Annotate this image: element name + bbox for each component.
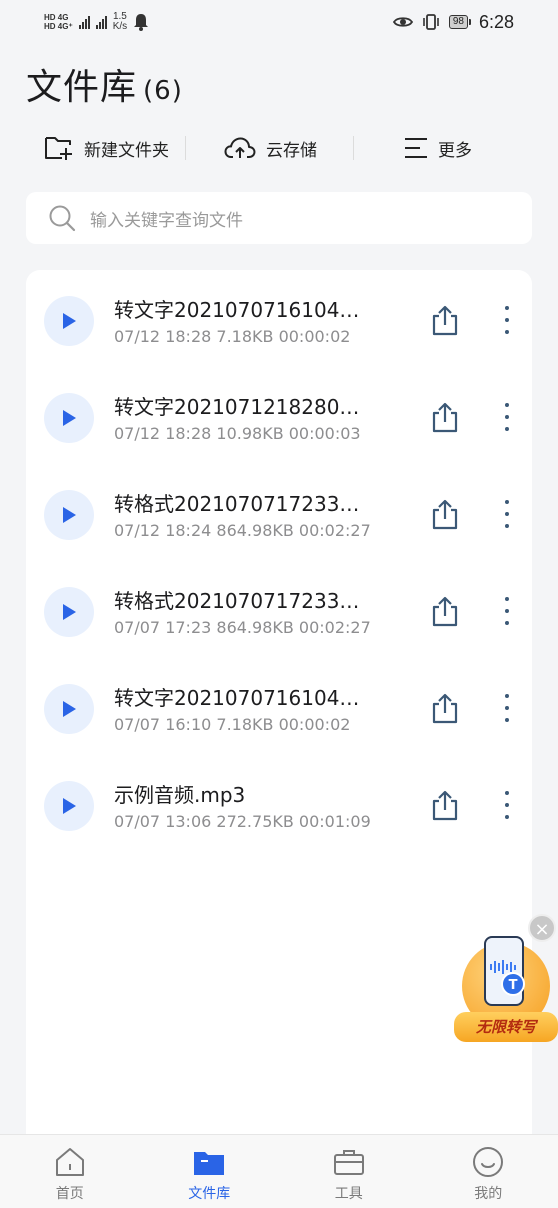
play-icon <box>63 313 76 329</box>
cloud-upload-icon <box>224 137 256 158</box>
tab-file-library[interactable]: 文件库 <box>140 1135 280 1208</box>
file-meta: 07/12 18:28 7.18KB 00:00:02 <box>114 327 351 346</box>
search-icon <box>49 205 76 232</box>
toolbox-icon <box>332 1145 366 1179</box>
folder-icon <box>192 1145 226 1179</box>
network-type-indicator: HD 4G HD 4G⁺ <box>44 13 73 31</box>
promo-label: 无限转写 <box>454 1012 558 1042</box>
more-options-icon[interactable] <box>496 692 518 724</box>
more-label: 更多 <box>438 140 472 161</box>
share-icon[interactable] <box>430 498 460 530</box>
more-button[interactable]: 更多 <box>404 136 472 161</box>
file-row[interactable]: 示例音频.mp3 07/07 13:06 272.75KB 00:01:09 <box>26 755 532 852</box>
file-count: (6) <box>143 76 183 106</box>
more-options-icon[interactable] <box>496 304 518 336</box>
play-icon <box>63 410 76 426</box>
menu-lines-icon <box>405 138 427 158</box>
play-icon <box>63 798 76 814</box>
share-icon[interactable] <box>430 595 460 627</box>
network-speed: 1.5 K/s <box>112 11 128 32</box>
play-button[interactable] <box>44 684 94 734</box>
status-left: HD 4G HD 4G⁺ 1.5 K/s <box>44 12 149 32</box>
cloud-storage-label: 云存储 <box>266 140 317 161</box>
clock: 6:28 <box>478 11 514 32</box>
file-meta: 07/12 18:28 10.98KB 00:00:03 <box>114 424 361 443</box>
profile-icon <box>471 1145 505 1179</box>
tab-profile-label: 我的 <box>474 1186 503 1202</box>
new-folder-button[interactable]: 新建文件夹 <box>44 135 169 161</box>
more-options-icon[interactable] <box>496 789 518 821</box>
transcribe-badge-icon: T <box>501 972 525 996</box>
cloud-storage-button[interactable]: 云存储 <box>224 136 317 161</box>
play-button[interactable] <box>44 587 94 637</box>
bottom-tab-bar: 首页 文件库 工具 我的 <box>0 1134 558 1208</box>
play-button[interactable] <box>44 490 94 540</box>
status-right: 98 6:28 <box>392 11 514 33</box>
tab-home[interactable]: 首页 <box>0 1135 140 1208</box>
file-name: 转文字2021071218280… <box>114 395 360 419</box>
search-input[interactable]: 输入关键字查询文件 <box>26 192 532 244</box>
file-row[interactable]: 转文字2021070716104… 07/07 16:10 7.18KB 00:… <box>26 658 532 755</box>
file-meta: 07/12 18:24 864.98KB 00:02:27 <box>114 521 371 540</box>
toolbar-divider <box>353 136 354 160</box>
notification-bell-icon <box>134 14 149 31</box>
play-icon <box>63 604 76 620</box>
phone-illustration-icon <box>484 936 524 1006</box>
signal-strength-icon <box>78 15 90 29</box>
file-row[interactable]: 转文字2021070716104… 07/12 18:28 7.18KB 00:… <box>26 270 532 367</box>
file-row[interactable]: 转格式2021070717233… 07/12 18:24 864.98KB 0… <box>26 464 532 561</box>
tab-home-label: 首页 <box>55 1186 84 1202</box>
play-icon <box>63 701 76 717</box>
play-button[interactable] <box>44 296 94 346</box>
file-name: 转文字2021070716104… <box>114 298 360 322</box>
share-icon[interactable] <box>430 692 460 724</box>
file-name: 转格式2021070717233… <box>114 492 360 516</box>
file-meta: 07/07 16:10 7.18KB 00:00:02 <box>114 715 351 734</box>
toolbar-divider <box>185 136 186 160</box>
file-name: 转格式2021070717233… <box>114 589 360 613</box>
vibrate-icon <box>423 14 439 30</box>
home-icon <box>53 1145 87 1179</box>
more-options-icon[interactable] <box>496 401 518 433</box>
tab-file-library-label: 文件库 <box>188 1186 231 1202</box>
close-icon[interactable]: × <box>528 914 556 942</box>
file-meta: 07/07 13:06 272.75KB 00:01:09 <box>114 812 371 831</box>
share-icon[interactable] <box>430 304 460 336</box>
more-options-icon[interactable] <box>496 595 518 627</box>
search-placeholder: 输入关键字查询文件 <box>90 210 243 231</box>
promo-widget[interactable]: T 无限转写 × <box>454 914 558 1046</box>
tab-profile[interactable]: 我的 <box>419 1135 558 1208</box>
tab-tools[interactable]: 工具 <box>279 1135 419 1208</box>
file-row[interactable]: 转格式2021070717233… 07/07 17:23 864.98KB 0… <box>26 561 532 658</box>
toolbar: 新建文件夹 云存储 更多 <box>26 126 532 170</box>
file-name: 示例音频.mp3 <box>114 783 246 807</box>
signal-strength-icon-2 <box>95 15 107 29</box>
battery-indicator: 98 <box>448 15 471 29</box>
status-bar: HD 4G HD 4G⁺ 1.5 K/s 98 6:28 <box>0 0 558 44</box>
play-icon <box>63 507 76 523</box>
share-icon[interactable] <box>430 789 460 821</box>
share-icon[interactable] <box>430 401 460 433</box>
new-folder-label: 新建文件夹 <box>84 140 169 161</box>
page-title-text: 文件库 <box>26 67 138 108</box>
page-title: 文件库 (6) <box>26 58 183 110</box>
file-meta: 07/07 17:23 864.98KB 00:02:27 <box>114 618 371 637</box>
play-button[interactable] <box>44 393 94 443</box>
more-options-icon[interactable] <box>496 498 518 530</box>
tab-tools-label: 工具 <box>334 1186 363 1202</box>
play-button[interactable] <box>44 781 94 831</box>
eye-icon <box>392 17 413 27</box>
file-row[interactable]: 转文字2021071218280… 07/12 18:28 10.98KB 00… <box>26 367 532 464</box>
file-name: 转文字2021070716104… <box>114 686 360 710</box>
new-folder-icon <box>45 137 72 160</box>
file-list: 转文字2021070716104… 07/12 18:28 7.18KB 00:… <box>26 270 532 1190</box>
